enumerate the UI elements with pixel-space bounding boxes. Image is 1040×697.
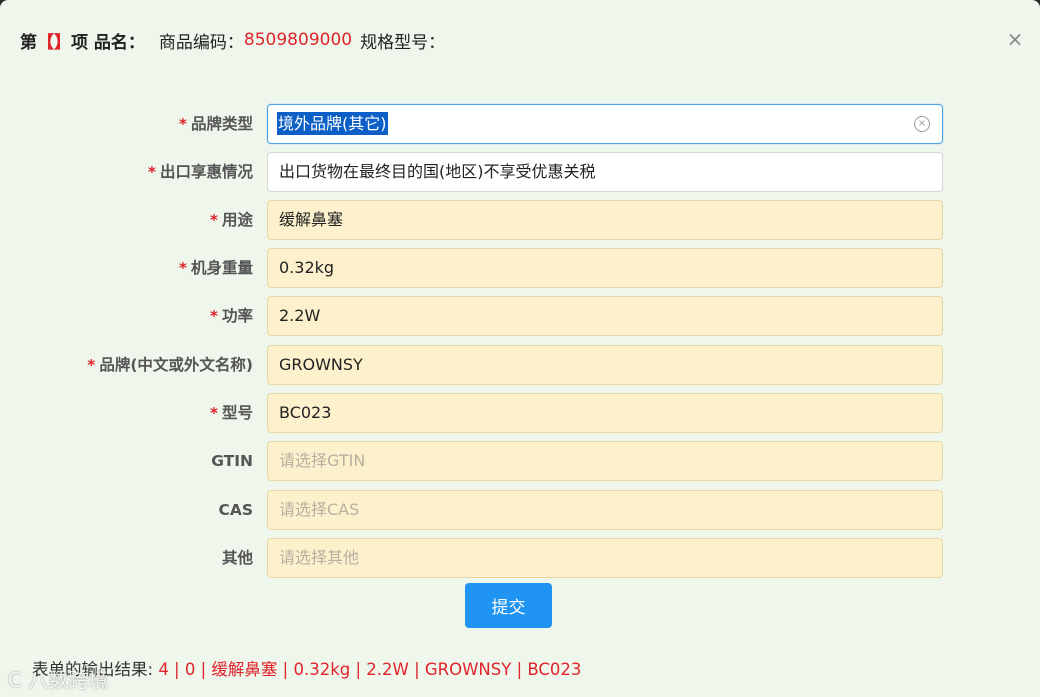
gtin-input[interactable]: 请选择GTIN <box>267 441 943 481</box>
usage-input[interactable]: 缓解鼻塞 <box>267 200 943 240</box>
cas-label: CAS <box>218 490 253 530</box>
other-input[interactable]: 请选择其他 <box>267 538 943 578</box>
export-preference-value: 出口货物在最终目的国(地区)不享受优惠关税 <box>279 162 596 181</box>
gtin-label: GTIN <box>211 441 253 481</box>
brand-name-value: GROWNSY <box>279 355 363 374</box>
form-row-model: * 型号 BC023 <box>0 393 1040 433</box>
required-mark: * <box>209 307 218 325</box>
result-label: 表单的输出结果: <box>32 660 154 679</box>
cas-label-text: CAS <box>218 501 253 519</box>
close-icon[interactable]: × <box>1006 29 1024 49</box>
form-row-brand-name: * 品牌(中文或外文名称) GROWNSY <box>0 345 1040 385</box>
form-row-cas: CAS 请选择CAS <box>0 490 1040 530</box>
brand-name-label: * 品牌(中文或外文名称) <box>87 345 253 385</box>
other-label-text: 其他 <box>221 549 253 567</box>
weight-label-text: 机身重量 <box>190 259 253 277</box>
gtin-value: 请选择GTIN <box>279 451 366 470</box>
form-row-gtin: GTIN 请选择GTIN <box>0 441 1040 481</box>
model-label: * 型号 <box>210 393 253 433</box>
power-label-text: 功率 <box>221 307 253 325</box>
export-preference-select[interactable]: 出口货物在最终目的国(地区)不享受优惠关税 <box>267 152 943 192</box>
cas-input[interactable]: 请选择CAS <box>267 490 943 530</box>
form-row-other: 其他 请选择其他 <box>0 538 1040 578</box>
power-label: * 功率 <box>210 296 253 336</box>
brand-type-select[interactable]: 境外品牌(其它) × <box>267 104 943 144</box>
form-row-power: * 功率 2.2W <box>0 296 1040 336</box>
spec-label: 规格型号： <box>360 32 446 53</box>
dialog: 第 【】 项 品名： 商品编码： 8509809000 规格型号： × * 品牌类… <box>0 0 1040 697</box>
other-label: 其他 <box>222 538 253 578</box>
title-prefix: 第 <box>20 32 37 53</box>
model-label-text: 型号 <box>221 404 253 422</box>
export-preference-label-text: 出口享惠情况 <box>159 163 253 181</box>
weight-input[interactable]: 0.32kg <box>267 248 943 288</box>
usage-label-text: 用途 <box>221 211 253 229</box>
required-mark: * <box>87 356 96 374</box>
dialog-title: 第 【】 项 品名： 商品编码： 8509809000 规格型号： <box>20 28 446 53</box>
form-row-usage: * 用途 缓解鼻塞 <box>0 200 1040 240</box>
model-input[interactable]: BC023 <box>267 393 943 433</box>
result-value: 4 | 0 | 缓解鼻塞 | 0.32kg | 2.2W | GROWNSY |… <box>158 660 582 679</box>
brand-type-value: 境外品牌(其它) <box>277 112 388 135</box>
power-input[interactable]: 2.2W <box>267 296 943 336</box>
code-value: 8509809000 <box>243 30 353 50</box>
brand-type-label: * 品牌类型 <box>179 104 253 144</box>
code-label: 商品编码： <box>158 32 244 53</box>
model-value: BC023 <box>279 403 332 422</box>
export-preference-label: * 出口享惠情况 <box>148 152 253 192</box>
result-line: 表单的输出结果: 4 | 0 | 缓解鼻塞 | 0.32kg | 2.2W | … <box>32 656 581 680</box>
form-row-weight: * 机身重量 0.32kg <box>0 248 1040 288</box>
brand-type-label-text: 品牌类型 <box>190 115 253 133</box>
form-row-brand-type: * 品牌类型 境外品牌(其它) × <box>0 104 1040 144</box>
brand-name-input[interactable]: GROWNSY <box>267 345 943 385</box>
required-mark: * <box>147 163 156 181</box>
title-item-label: 项 品名： <box>71 32 145 53</box>
usage-label: * 用途 <box>210 200 253 240</box>
usage-value: 缓解鼻塞 <box>279 210 344 229</box>
power-value: 2.2W <box>279 306 321 325</box>
clear-icon[interactable]: × <box>914 116 930 132</box>
cas-value: 请选择CAS <box>279 500 360 519</box>
required-mark: * <box>209 404 218 422</box>
weight-value: 0.32kg <box>279 258 335 277</box>
submit-button[interactable]: 提交 <box>465 583 552 628</box>
other-value: 请选择其他 <box>279 548 360 567</box>
required-mark: * <box>178 259 187 277</box>
gtin-label-text: GTIN <box>211 452 253 470</box>
required-mark: * <box>209 211 218 229</box>
brand-name-label-text: 品牌(中文或外文名称) <box>99 356 253 374</box>
title-index: 【】 <box>37 32 71 53</box>
weight-label: * 机身重量 <box>179 248 253 288</box>
required-mark: * <box>178 115 187 133</box>
form-row-export-preference: * 出口享惠情况 出口货物在最终目的国(地区)不享受优惠关税 <box>0 152 1040 192</box>
